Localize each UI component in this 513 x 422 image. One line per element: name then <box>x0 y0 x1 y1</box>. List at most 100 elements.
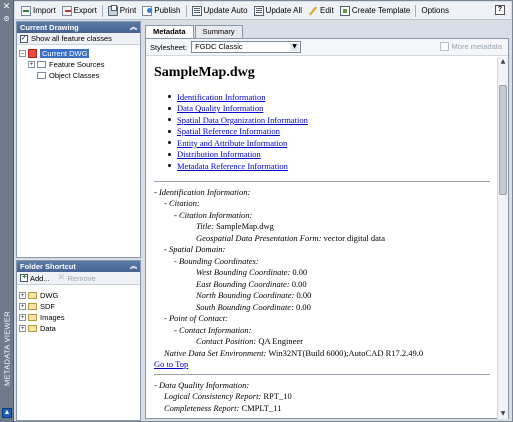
palette-title-strip: ✕ ⚙ METADATA VIEWER ▲ <box>0 0 14 422</box>
help-button[interactable]: ? <box>495 5 505 15</box>
toc-link-spatial-data-organization[interactable]: Spatial Data Organization Information <box>177 115 308 125</box>
folder-label: Images <box>40 313 65 322</box>
completeness-row: Completeness Report: CMPLT_11 <box>164 402 282 413</box>
south-bounding-row: South Bounding Coordinate: 0.00 <box>196 301 311 312</box>
remove-label: Remove <box>67 273 96 283</box>
folder-icon <box>28 303 37 310</box>
update-auto-icon <box>191 5 202 16</box>
add-folder-button[interactable]: Add... <box>20 272 50 283</box>
section-identification: - Identification Information: <box>154 186 251 197</box>
divider <box>154 373 490 375</box>
collapse-icon[interactable]: ︽ <box>130 261 137 272</box>
more-metadata-button[interactable]: More metadata <box>439 42 502 51</box>
toolbar-separator <box>415 4 417 17</box>
print-button[interactable]: Print <box>105 3 139 19</box>
create-template-button[interactable]: Create Template <box>337 3 414 19</box>
section-data-quality: - Data Quality Information: <box>154 379 250 390</box>
pencil-icon <box>308 6 318 16</box>
expand-node-icon[interactable]: + <box>19 303 26 310</box>
folder-shortcut-header[interactable]: Folder Shortcut ︽ <box>17 261 140 272</box>
contact-position-row: Contact Position: QA Engineer <box>196 336 303 346</box>
properties-icon[interactable]: ⚙ <box>2 15 11 24</box>
bullet-icon <box>168 164 171 168</box>
contact-position-value: QA Engineer <box>258 336 303 346</box>
toc-link-data-quality[interactable]: Data Quality Information <box>177 103 263 113</box>
options-button[interactable]: Options <box>418 3 452 19</box>
show-all-feature-classes-row[interactable]: Show all feature classes <box>17 33 140 45</box>
vertical-scrollbar[interactable]: ▲ ▼ <box>497 57 508 419</box>
app-icon[interactable]: ▲ <box>2 408 12 418</box>
tree-node-object-classes[interactable]: Object Classes <box>19 70 138 81</box>
update-auto-label: Update Auto <box>203 6 248 15</box>
citation-info-heading: - Citation Information: <box>174 209 253 220</box>
geo-form-row: Geospatial Data Presentation Form: vecto… <box>196 232 386 243</box>
collapse-icon[interactable]: ︽ <box>130 22 137 33</box>
update-all-button[interactable]: Update All <box>251 3 305 19</box>
document-title: SampleMap.dwg <box>154 65 255 80</box>
title-row: Title: SampleMap.dwg <box>196 221 274 231</box>
west-bounding-row: West Bounding Coordinate: 0.00 <box>196 267 308 277</box>
contact-info-heading: - Contact Information: <box>174 324 252 335</box>
folder-shortcut-toolbar: Add... ✕Remove <box>17 272 140 285</box>
folder-label: DWG <box>40 291 59 300</box>
import-button[interactable]: Import <box>18 3 59 19</box>
publish-icon <box>142 5 153 16</box>
divider <box>154 180 490 182</box>
export-button[interactable]: Export <box>59 3 100 19</box>
import-label: Import <box>33 6 56 15</box>
folder-icon <box>37 61 46 68</box>
options-label: Options <box>421 6 449 15</box>
show-all-checkbox[interactable] <box>20 34 28 43</box>
scroll-thumb[interactable] <box>499 85 507 195</box>
go-to-top-link[interactable]: Go to Top <box>154 359 188 369</box>
create-template-label: Create Template <box>351 6 411 15</box>
west-value: 0.00 <box>292 267 308 277</box>
toolbar-separator <box>101 4 103 17</box>
toc-item: Data Quality Information <box>168 103 498 115</box>
publish-button[interactable]: Publish <box>139 3 183 19</box>
stylesheet-select[interactable]: FGDC Classic ▼ <box>191 41 302 53</box>
close-icon[interactable]: ✕ <box>2 3 11 12</box>
scroll-up-icon[interactable]: ▲ <box>498 57 508 67</box>
export-icon <box>61 5 72 16</box>
collapse-node-icon[interactable]: − <box>19 50 26 57</box>
right-pane: Metadata Summary Stylesheet: FGDC Classi… <box>143 21 511 421</box>
toc-item: Spatial Reference Information <box>168 126 498 138</box>
template-icon <box>339 5 350 16</box>
folder-item-dwg[interactable]: + DWG <box>19 290 138 301</box>
stylesheet-label: Stylesheet: <box>150 42 188 52</box>
folder-item-images[interactable]: + Images <box>19 312 138 323</box>
edit-button[interactable]: Edit <box>305 3 337 19</box>
folder-item-data[interactable]: + Data <box>19 323 138 334</box>
bullet-icon <box>168 118 171 122</box>
folder-icon <box>37 72 46 79</box>
more-metadata-label: More metadata <box>451 42 502 51</box>
update-auto-button[interactable]: Update Auto <box>189 3 251 19</box>
remove-folder-button[interactable]: ✕ Remove <box>58 274 96 283</box>
expand-node-icon[interactable]: + <box>19 325 26 332</box>
expand-node-icon[interactable]: + <box>28 61 35 68</box>
update-all-label: Update All <box>265 6 303 15</box>
tab-strip: Metadata Summary <box>145 25 244 39</box>
expand-node-icon[interactable]: + <box>19 314 26 321</box>
point-of-contact-heading: - Point of Contact: <box>164 313 228 323</box>
toc-link-spatial-reference[interactable]: Spatial Reference Information <box>177 126 280 136</box>
tree-node-feature-sources[interactable]: + Feature Sources <box>19 59 138 70</box>
scroll-down-icon[interactable]: ▼ <box>498 409 508 419</box>
tab-summary[interactable]: Summary <box>194 25 243 38</box>
current-drawing-header[interactable]: Current Drawing ︽ <box>17 22 140 33</box>
chevron-down-icon[interactable]: ▼ <box>290 43 300 51</box>
dwg-file-icon <box>28 49 37 58</box>
folder-item-sdf[interactable]: + SDF <box>19 301 138 312</box>
printer-icon <box>107 4 118 16</box>
print-label: Print <box>119 6 137 15</box>
expand-node-icon[interactable]: + <box>19 292 26 299</box>
toc-link-distribution[interactable]: Distribution Information <box>177 149 261 159</box>
toc-link-identification[interactable]: Identification Information <box>177 92 266 102</box>
tab-metadata[interactable]: Metadata <box>145 25 194 39</box>
toc-link-metadata-reference[interactable]: Metadata Reference Information <box>177 161 288 171</box>
tree-node-current-dwg[interactable]: − Current DWG <box>19 48 138 59</box>
toc-link-entity-attribute[interactable]: Entity and Attribute Information <box>177 138 287 148</box>
bullet-icon <box>168 152 171 156</box>
east-value: 0.00 <box>291 278 307 289</box>
